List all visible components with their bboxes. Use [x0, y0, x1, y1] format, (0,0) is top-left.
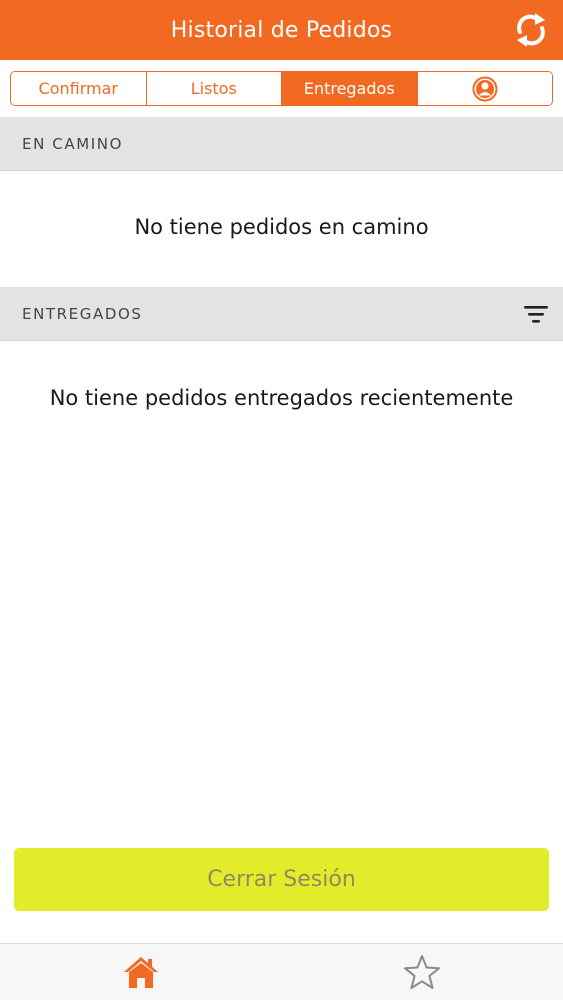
page-title: Historial de Pedidos — [170, 17, 393, 43]
refresh-button[interactable] — [513, 9, 549, 51]
nav-favorites[interactable] — [282, 944, 563, 1000]
section-title: EN CAMINO — [22, 134, 123, 153]
tab-confirmar[interactable]: Confirmar — [11, 72, 147, 105]
tab-entregados[interactable]: Entregados — [282, 72, 418, 105]
filter-button[interactable] — [523, 302, 549, 326]
filter-icon — [524, 306, 548, 323]
refresh-icon — [517, 13, 545, 47]
bottom-navigation — [0, 943, 563, 1000]
empty-message-en-camino: No tiene pedidos en camino — [134, 215, 429, 239]
order-status-tabs: Confirmar Listos Entregados — [10, 71, 553, 106]
tab-listos[interactable]: Listos — [146, 72, 282, 105]
section-title: ENTREGADOS — [22, 304, 143, 323]
nav-home[interactable] — [0, 944, 282, 1000]
user-profile-icon — [472, 76, 498, 101]
tab-profile[interactable] — [417, 72, 552, 105]
home-icon — [123, 957, 158, 988]
logout-button[interactable]: Cerrar Sesión — [14, 848, 549, 911]
section-header-entregados: ENTREGADOS — [0, 287, 563, 341]
empty-message-entregados: No tiene pedidos entregados recientement… — [49, 386, 514, 410]
star-icon — [404, 955, 441, 989]
section-header-en-camino: EN CAMINO — [0, 117, 563, 171]
app-header: Historial de Pedidos — [0, 0, 563, 60]
